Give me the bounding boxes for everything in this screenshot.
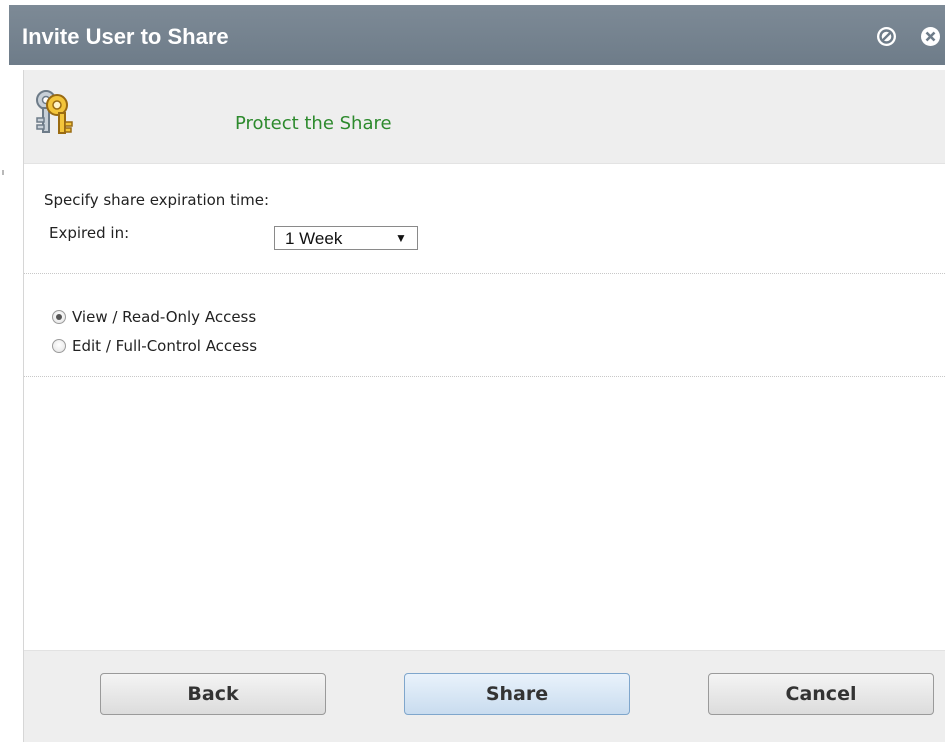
banner-title: Protect the Share <box>235 113 392 134</box>
radio-edit-fullcontrol[interactable] <box>52 339 66 353</box>
radio-view-readonly[interactable] <box>52 310 66 324</box>
expiration-select-value: 1 Week <box>285 229 343 248</box>
dialog-title: Invite User to Share <box>22 24 229 49</box>
minimize-icon[interactable] <box>877 27 896 46</box>
background-mark <box>2 170 4 175</box>
share-button[interactable]: Share <box>404 673 630 715</box>
back-button[interactable]: Back <box>100 673 326 715</box>
dialog-titlebar[interactable]: Invite User to Share <box>9 5 945 65</box>
dialog-footer: Back Share Cancel <box>24 650 945 742</box>
invite-user-dialog: Invite User to Share Protect the Share S… <box>9 5 945 742</box>
close-icon[interactable] <box>921 27 940 46</box>
expiration-section: Specify share expiration time: Expired i… <box>24 164 945 274</box>
keys-icon <box>36 90 73 134</box>
expired-in-label: Expired in: <box>49 224 130 242</box>
cancel-button[interactable]: Cancel <box>708 673 934 715</box>
radio-label-view: View / Read-Only Access <box>72 308 257 326</box>
expiration-select[interactable]: 1 Week ▼ <box>274 226 418 250</box>
background-strip <box>0 0 9 742</box>
dialog-content: Protect the Share Specify share expirati… <box>23 70 945 742</box>
radio-label-edit: Edit / Full-Control Access <box>72 337 258 355</box>
dropdown-arrow-icon: ▼ <box>395 231 407 245</box>
access-section: View / Read-Only Access Edit / Full-Cont… <box>24 274 945 377</box>
expiration-heading: Specify share expiration time: <box>44 191 270 209</box>
step-banner: Protect the Share <box>24 70 945 164</box>
